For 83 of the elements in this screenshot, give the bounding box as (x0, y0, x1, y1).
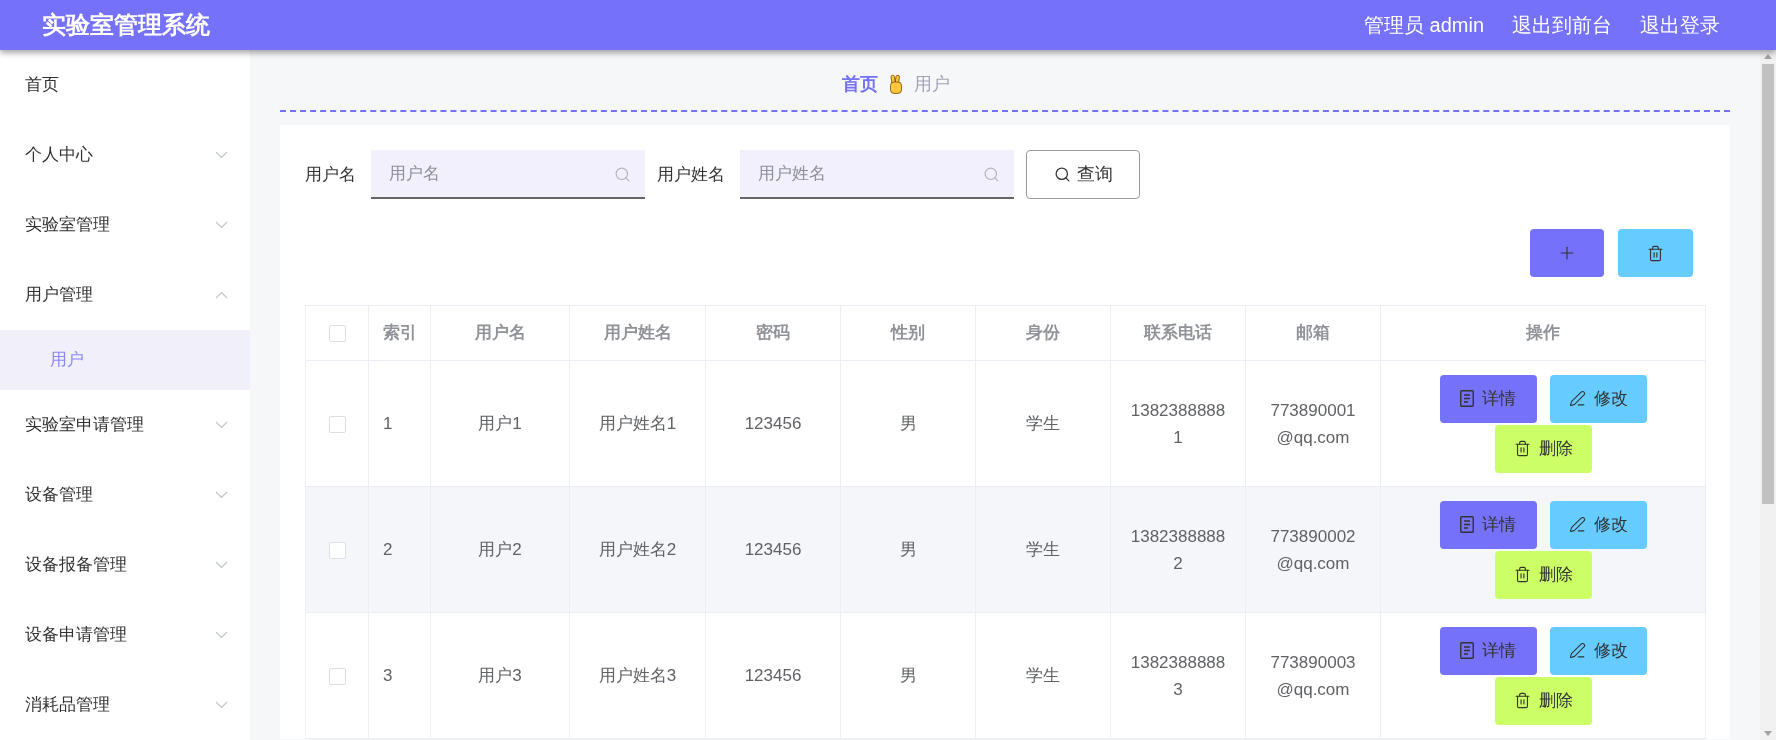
table-cell: 773890003@qq.com (1245, 612, 1381, 739)
submenu-title[interactable]: 用户管理 (0, 260, 250, 330)
document-icon (1460, 642, 1474, 659)
submenu-title[interactable]: 设备管理 (0, 460, 250, 530)
submenu-title[interactable]: 实验室管理 (0, 190, 250, 260)
submenu-title[interactable]: 实验室申请管理 (0, 390, 250, 460)
column-header: 身份 (975, 305, 1111, 361)
trash-icon (1513, 440, 1531, 457)
scroll-up-icon (1764, 54, 1772, 59)
breadcrumb-current: 用户 (914, 72, 950, 96)
table-cell: 13823888882 (1110, 486, 1246, 613)
select-all-checkbox[interactable] (328, 325, 346, 343)
document-icon (1460, 390, 1474, 407)
hand-icon (888, 74, 904, 94)
breadcrumb-link[interactable]: 首页 (842, 70, 878, 98)
table-cell: 3 (368, 612, 431, 739)
user-label: 管理员 admin (1363, 13, 1484, 38)
search-field[interactable]: 用户姓名 (740, 150, 1014, 199)
column-header: 用户名 (430, 305, 570, 361)
edit-button[interactable]: 修改 (1549, 374, 1647, 423)
header-link[interactable]: 退出登录 (1640, 10, 1720, 40)
query-button[interactable]: 查询 (1026, 150, 1140, 199)
table-cell: 用户姓名2 (569, 486, 706, 613)
table-cell: 男 (840, 612, 976, 739)
search-field[interactable]: 用户名 (371, 150, 645, 199)
column-header: 索引 (368, 305, 431, 361)
trash-icon (1513, 566, 1531, 583)
field-label: 用户姓名 (657, 163, 725, 186)
table-cell: 1 (368, 360, 431, 487)
field-label: 用户名 (305, 163, 356, 186)
document-icon (1460, 516, 1474, 533)
delete-button[interactable]: 删除 (1494, 550, 1592, 599)
column-header: 邮箱 (1245, 305, 1381, 361)
scroll-down-icon (1764, 731, 1772, 736)
table-cell: 用户2 (430, 486, 570, 613)
table-cell: 男 (840, 360, 976, 487)
table-cell: 2 (368, 486, 431, 613)
table-cell: 学生 (975, 360, 1111, 487)
column-header: 用户姓名 (569, 305, 706, 361)
delete-button[interactable]: 删除 (1494, 676, 1592, 725)
table-cell: 学生 (975, 486, 1111, 613)
trash-icon (1647, 244, 1664, 262)
submenu-title[interactable]: 消耗品管理 (0, 670, 250, 740)
delete-button[interactable]: 删除 (1494, 424, 1592, 473)
search-icon (983, 166, 1000, 183)
pencil-icon (1568, 516, 1586, 533)
app-title: 实验室管理系统 (42, 10, 210, 40)
column-header: 联系电话 (1110, 305, 1246, 361)
column-header: 密码 (705, 305, 841, 361)
menu-item[interactable]: 首页 (0, 50, 250, 120)
table-cell: 用户姓名1 (569, 360, 706, 487)
table-cell: 773890002@qq.com (1245, 486, 1381, 613)
row-checkbox[interactable] (328, 541, 346, 559)
edit-button[interactable]: 修改 (1549, 626, 1647, 675)
submenu-title[interactable]: 设备申请管理 (0, 600, 250, 670)
table-cell: 13823888881 (1110, 360, 1246, 487)
trash-icon (1513, 692, 1531, 709)
header-link[interactable]: 退出到前台 (1512, 10, 1612, 40)
pencil-icon (1568, 642, 1586, 659)
search-icon (1053, 166, 1071, 183)
table-cell: 用户3 (430, 612, 570, 739)
table-cell: 男 (840, 486, 976, 613)
table-cell: 用户姓名3 (569, 612, 706, 739)
search-icon (614, 166, 631, 183)
table-cell: 学生 (975, 612, 1111, 739)
column-header: 性别 (840, 305, 976, 361)
pencil-icon (1568, 390, 1586, 407)
delete-button[interactable] (1618, 229, 1693, 277)
scrollbar[interactable] (1760, 50, 1776, 740)
submenu-title[interactable]: 个人中心 (0, 120, 250, 190)
add-button[interactable] (1530, 229, 1604, 277)
table-cell: 123456 (705, 360, 841, 487)
submenu-title[interactable]: 设备报备管理 (0, 530, 250, 600)
table-cell: 773890001@qq.com (1245, 360, 1381, 487)
scrollbar-thumb[interactable] (1762, 64, 1774, 504)
edit-button[interactable]: 修改 (1549, 500, 1647, 549)
row-checkbox[interactable] (328, 667, 346, 685)
row-checkbox[interactable] (328, 415, 346, 433)
table-cell: 13823888883 (1110, 612, 1246, 739)
table-cell: 用户1 (430, 360, 570, 487)
column-header: 操作 (1380, 305, 1706, 361)
table-cell: 123456 (705, 486, 841, 613)
table-cell: 123456 (705, 612, 841, 739)
